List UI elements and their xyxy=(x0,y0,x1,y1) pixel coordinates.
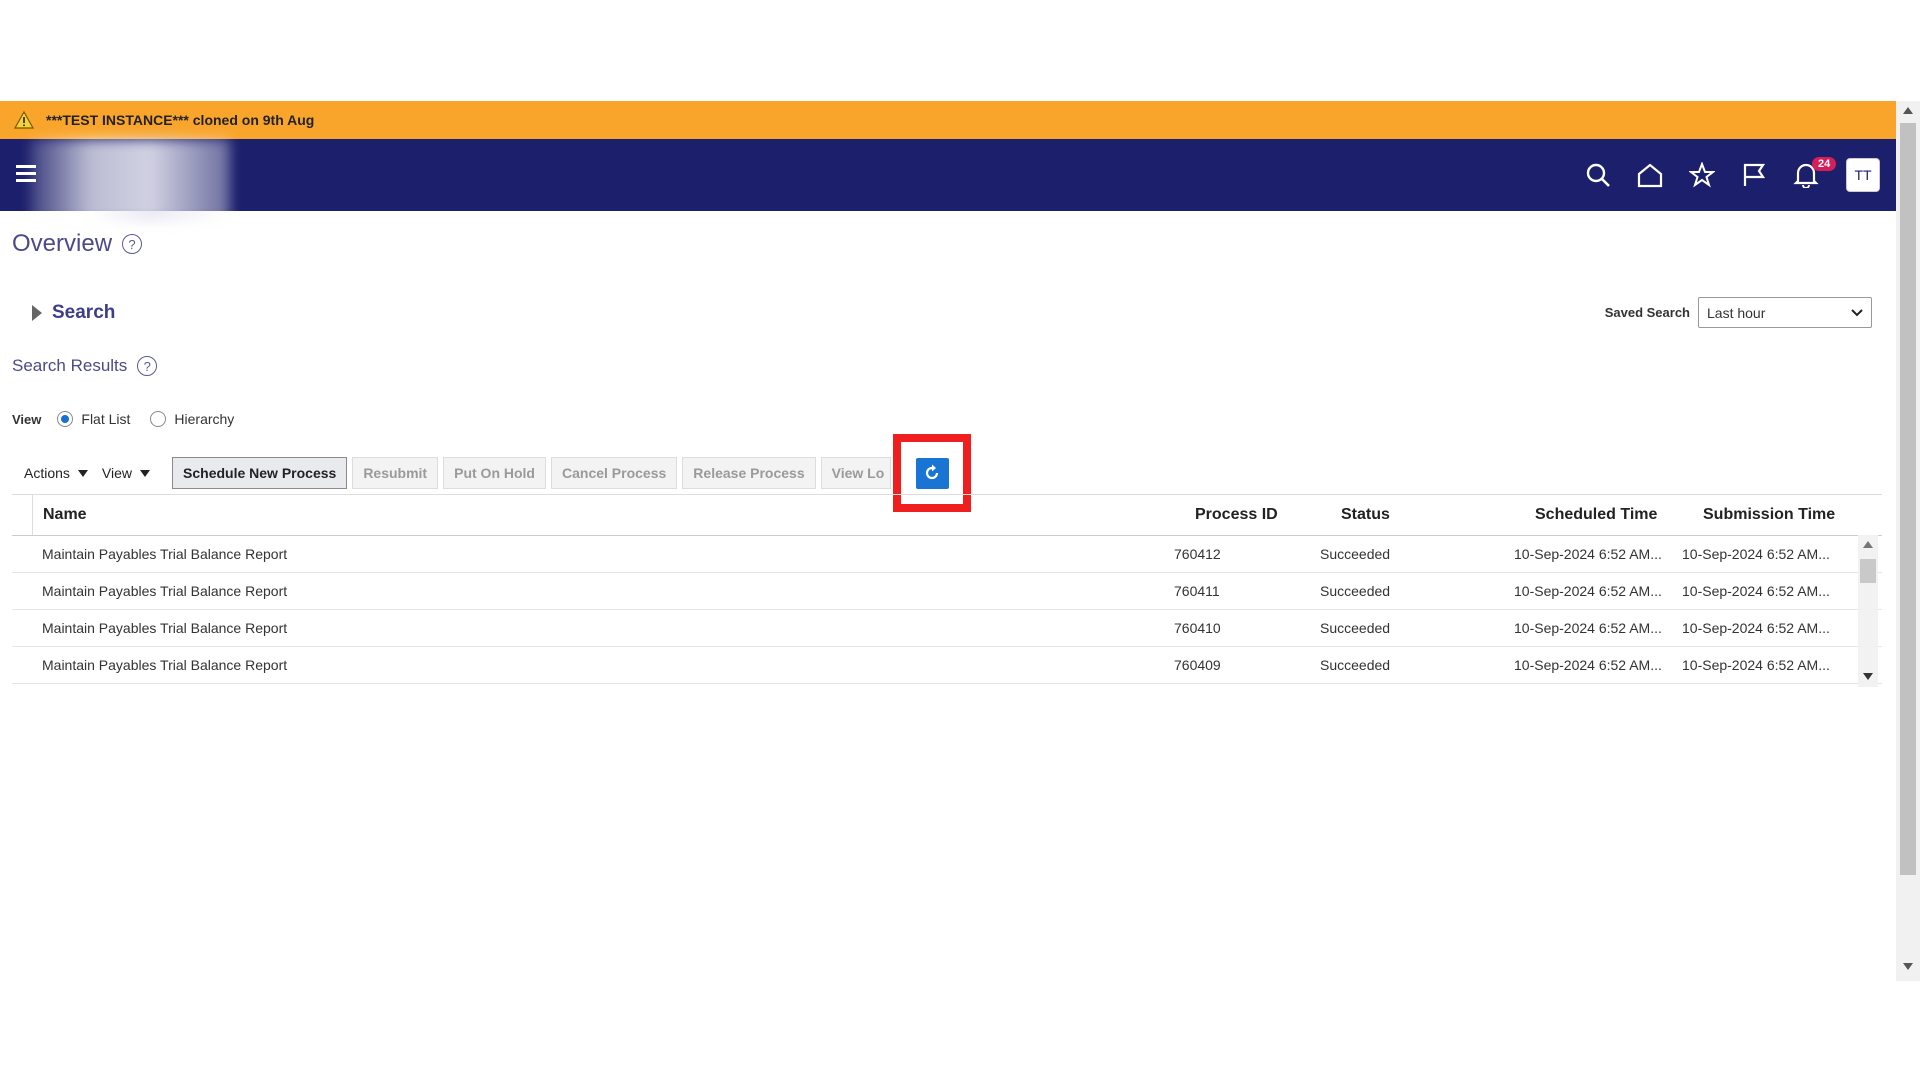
table-header: Name Process ID Status Scheduled Time Su… xyxy=(12,494,1882,536)
company-logo[interactable] xyxy=(30,139,230,221)
results-toolbar: Actions View Schedule New Process Resubm… xyxy=(24,457,896,489)
cell-status: Succeeded xyxy=(1320,620,1391,636)
table-body: Maintain Payables Trial Balance Report 7… xyxy=(12,536,1882,694)
cell-name: Maintain Payables Trial Balance Report xyxy=(42,583,288,599)
help-icon[interactable]: ? xyxy=(137,356,158,376)
table-scrollbar[interactable] xyxy=(1858,535,1878,687)
view-menu-label: View xyxy=(101,465,133,481)
column-header-submission-time[interactable]: Submission Time xyxy=(1703,506,1863,524)
search-label: Search xyxy=(52,302,116,323)
scrollbar-thumb[interactable] xyxy=(1900,123,1916,875)
saved-search-select[interactable]: Last hour xyxy=(1698,297,1872,328)
column-header-process-id[interactable]: Process ID xyxy=(1195,506,1341,524)
scrollbar-thumb[interactable] xyxy=(1860,559,1876,583)
cell-submission-time: 10-Sep-2024 6:52 AM... xyxy=(1682,546,1830,562)
cell-submission-time: 10-Sep-2024 6:52 AM... xyxy=(1682,657,1830,673)
cell-name: Maintain Payables Trial Balance Report xyxy=(42,620,288,636)
row-selector-header xyxy=(12,495,33,535)
page-title-text: Overview xyxy=(12,230,113,257)
global-header: 24 TT xyxy=(0,139,1896,221)
radio-button-selected[interactable] xyxy=(57,411,74,427)
cell-name: Maintain Payables Trial Balance Report xyxy=(42,657,288,673)
radio-button[interactable] xyxy=(150,411,167,427)
cell-name: Maintain Payables Trial Balance Report xyxy=(42,546,288,562)
actions-menu-label: Actions xyxy=(24,465,70,481)
resubmit-button[interactable]: Resubmit xyxy=(352,457,439,489)
cell-submission-time: 10-Sep-2024 6:52 AM... xyxy=(1682,583,1830,599)
cell-scheduled-time: 10-Sep-2024 6:52 AM... xyxy=(1514,546,1662,562)
cell-status: Succeeded xyxy=(1320,583,1391,599)
scroll-down-icon[interactable] xyxy=(1903,963,1913,970)
actions-menu[interactable]: Actions xyxy=(24,465,88,481)
radio-flat-list[interactable]: Flat List xyxy=(57,411,130,427)
radio-flat-list-label: Flat List xyxy=(81,411,131,427)
flag-icon[interactable] xyxy=(1728,139,1780,211)
cell-process-id: 760410 xyxy=(1174,620,1221,636)
page-scrollbar[interactable] xyxy=(1896,101,1920,981)
saved-search-value: Last hour xyxy=(1707,304,1766,321)
radio-hierarchy-label: Hierarchy xyxy=(174,411,235,427)
view-menu[interactable]: View xyxy=(101,465,151,481)
notification-badge: 24 xyxy=(1812,157,1837,171)
caret-down-icon xyxy=(140,469,151,477)
home-icon[interactable] xyxy=(1624,139,1676,211)
cell-process-id: 760409 xyxy=(1174,657,1221,673)
saved-search-label: Saved Search xyxy=(1604,305,1690,320)
column-header-name[interactable]: Name xyxy=(33,506,1195,524)
column-header-scheduled-time[interactable]: Scheduled Time xyxy=(1535,506,1703,524)
search-disclosure[interactable]: Search xyxy=(32,302,115,324)
saved-search: Saved Search Last hour xyxy=(1605,297,1872,328)
bell-icon[interactable]: 24 xyxy=(1780,139,1837,211)
column-header-status[interactable]: Status xyxy=(1341,506,1535,524)
cell-scheduled-time: 10-Sep-2024 6:52 AM... xyxy=(1514,583,1662,599)
refresh-icon xyxy=(925,464,939,480)
schedule-new-process-button[interactable]: Schedule New Process xyxy=(172,457,348,489)
refresh-button[interactable] xyxy=(915,457,949,489)
view-log-button[interactable]: View Lo xyxy=(820,457,891,489)
page-title: Overview ? xyxy=(12,230,143,258)
scroll-up-icon[interactable] xyxy=(1903,107,1913,114)
cell-scheduled-time: 10-Sep-2024 6:52 AM... xyxy=(1514,657,1662,673)
table-row[interactable]: Maintain Payables Trial Balance Report 7… xyxy=(12,573,1882,610)
user-avatar[interactable]: TT xyxy=(1846,158,1880,192)
search-results-title: Search Results ? xyxy=(12,356,158,376)
cell-scheduled-time: 10-Sep-2024 6:52 AM... xyxy=(1514,620,1662,636)
search-results-text: Search Results xyxy=(12,356,128,375)
release-process-button[interactable]: Release Process xyxy=(682,457,816,489)
star-icon[interactable] xyxy=(1676,139,1728,211)
help-icon[interactable]: ? xyxy=(122,234,143,254)
chevron-down-icon xyxy=(1851,308,1863,316)
cell-process-id: 760411 xyxy=(1174,583,1220,599)
cell-status: Succeeded xyxy=(1320,657,1391,673)
radio-hierarchy[interactable]: Hierarchy xyxy=(150,411,234,427)
table-row[interactable]: Maintain Payables Trial Balance Report 7… xyxy=(12,536,1882,573)
put-on-hold-button[interactable]: Put On Hold xyxy=(443,457,546,489)
cell-status: Succeeded xyxy=(1320,546,1391,562)
view-label: View xyxy=(12,411,42,427)
expand-triangle-icon xyxy=(32,305,42,321)
table-row[interactable]: Maintain Payables Trial Balance Report 7… xyxy=(12,610,1882,647)
results-table: Name Process ID Status Scheduled Time Su… xyxy=(12,494,1882,694)
table-row[interactable]: Maintain Payables Trial Balance Report 7… xyxy=(12,647,1882,684)
banner-text: ***TEST INSTANCE*** cloned on 9th Aug xyxy=(46,112,315,128)
cell-submission-time: 10-Sep-2024 6:52 AM... xyxy=(1682,620,1830,636)
caret-down-icon xyxy=(77,469,88,477)
scroll-down-icon[interactable] xyxy=(1863,673,1873,680)
scroll-up-icon[interactable] xyxy=(1863,541,1873,548)
warning-icon xyxy=(14,109,36,131)
view-selector: View Flat List Hierarchy xyxy=(12,411,254,427)
test-instance-banner: ***TEST INSTANCE*** cloned on 9th Aug xyxy=(0,101,1896,139)
search-icon[interactable] xyxy=(1572,139,1624,211)
cell-process-id: 760412 xyxy=(1174,546,1221,562)
cancel-process-button[interactable]: Cancel Process xyxy=(551,457,678,489)
